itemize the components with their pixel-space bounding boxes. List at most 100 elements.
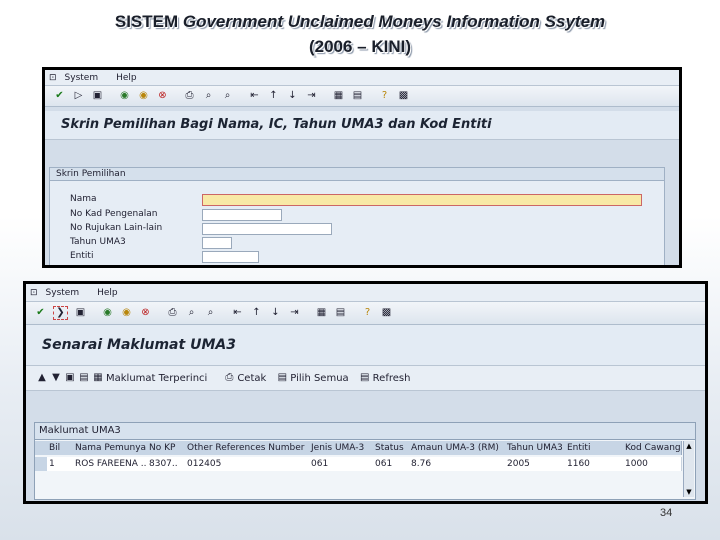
title-system-name: Government Unclaimed Moneys Information … — [182, 12, 606, 31]
col-other-ref[interactable]: Other References Number — [185, 441, 310, 455]
col-entiti[interactable]: Entiti — [565, 441, 624, 455]
exit-icon[interactable]: ◉ — [137, 90, 150, 102]
next-page-icon[interactable]: ↓ — [269, 307, 282, 319]
details-view-button[interactable]: ▲ ▼ ▣ ▤ ▦ Maklumat Terperinci — [36, 372, 207, 384]
first-page-icon[interactable]: ⇤ — [248, 90, 261, 102]
col-kod-cawang[interactable]: Kod Cawang — [623, 441, 682, 455]
ic-number-input[interactable] — [202, 209, 282, 221]
view-detail-icon: ▦ — [93, 372, 103, 383]
last-page-icon[interactable]: ⇥ — [288, 307, 301, 319]
uma3-year-input[interactable] — [202, 237, 232, 249]
help-icon[interactable]: ? — [378, 90, 391, 102]
cell-other-ref: 012405 — [185, 457, 310, 471]
find-next-icon[interactable]: ⌕ — [221, 90, 234, 102]
back-icon[interactable]: ◉ — [101, 307, 114, 319]
application-toolbar: ▲ ▼ ▣ ▤ ▦ Maklumat Terperinci ⎙ Cetak ▤ … — [26, 366, 705, 391]
menu-help[interactable]: Help — [116, 73, 137, 83]
table-scrollbar[interactable]: ▲ ▼ — [683, 441, 694, 497]
slide-title-line2: (2006 – KINI) — [308, 37, 412, 56]
action-refresh: Refresh — [372, 372, 411, 384]
find-next-icon[interactable]: ⌕ — [204, 307, 217, 319]
exit-icon[interactable]: ◉ — [120, 307, 133, 319]
col-bil[interactable]: Bil — [47, 441, 74, 455]
refresh-button[interactable]: ▤ Refresh — [359, 372, 411, 384]
cell-kod-cawang: 1000 — [623, 457, 682, 471]
cell-status: 061 — [373, 457, 410, 471]
field-label-entity: Entiti — [70, 251, 94, 261]
export-icon: ▤ — [79, 372, 89, 383]
selection-screen-window: ⊡ System Help ✔ ▷ ▣ ◉ ◉ ⊗ ⎙ ⌕ ⌕ ⇤ ↑ ↓ ⇥ … — [42, 67, 682, 268]
menu-icon[interactable]: ⊡ — [30, 288, 38, 298]
name-input[interactable] — [202, 194, 642, 206]
previous-page-icon[interactable]: ↑ — [267, 90, 280, 102]
command-field-icon[interactable]: ❯ — [53, 306, 68, 320]
new-session-icon[interactable]: ▦ — [332, 90, 345, 102]
save-icon[interactable]: ▣ — [74, 307, 87, 319]
customize-layout-icon[interactable]: ▩ — [380, 307, 393, 319]
print-button[interactable]: ⎙ Cetak — [223, 372, 266, 384]
find-icon[interactable]: ⌕ — [185, 307, 198, 319]
cancel-icon[interactable]: ⊗ — [139, 307, 152, 319]
col-nama-pemunya[interactable]: Nama Pemunya — [73, 441, 148, 455]
enter-check-icon[interactable]: ✔ — [34, 307, 47, 319]
new-session-icon[interactable]: ▦ — [315, 307, 328, 319]
select-all-button[interactable]: ▤ Pilih Semua — [276, 372, 349, 384]
menu-system[interactable]: System — [46, 288, 80, 298]
cell-bil: 1 — [47, 457, 74, 471]
filter-icon: ▼ — [52, 372, 60, 383]
cell-amaun-uma3: 8.76 — [409, 457, 506, 471]
menu-help[interactable]: Help — [97, 288, 118, 298]
selection-group: Skrin Pemilihan Nama No Kad Pengenalan N… — [49, 167, 665, 265]
scroll-up-icon[interactable]: ▲ — [684, 441, 694, 451]
next-page-icon[interactable]: ↓ — [286, 90, 299, 102]
action-select-all: Pilih Semua — [290, 372, 349, 384]
previous-page-icon[interactable]: ↑ — [250, 307, 263, 319]
other-reference-input[interactable] — [202, 223, 332, 235]
cell-nama-pemunya: ROS FAREENA .. — [73, 457, 148, 471]
cancel-icon[interactable]: ⊗ — [156, 90, 169, 102]
shortcut-icon[interactable]: ▤ — [351, 90, 364, 102]
cell-entiti: 1160 — [565, 457, 624, 471]
page-number: 34 — [660, 507, 673, 519]
help-icon[interactable]: ? — [361, 307, 374, 319]
cell-jenis-uma3: 061 — [309, 457, 374, 471]
details-icon: ▲ — [38, 372, 46, 383]
shortcut-icon[interactable]: ▤ — [334, 307, 347, 319]
refresh-icon: ▤ — [359, 372, 370, 383]
back-icon[interactable]: ◉ — [118, 90, 131, 102]
customize-layout-icon[interactable]: ▩ — [397, 90, 410, 102]
field-label-other-ref: No Rujukan Lain-lain — [70, 223, 163, 233]
first-page-icon[interactable]: ⇤ — [231, 307, 244, 319]
screen-header: Skrin Pemilihan Bagi Nama, IC, Tahun UMA… — [45, 111, 679, 140]
scroll-down-icon[interactable]: ▼ — [684, 487, 694, 497]
cell-no-kp: 8307.. — [147, 457, 186, 471]
cell-tahun-uma3: 2005 — [505, 457, 566, 471]
menu-icon[interactable]: ⊡ — [49, 73, 57, 83]
col-amaun-uma3[interactable]: Amaun UMA-3 (RM) — [409, 441, 506, 455]
field-label-name: Nama — [70, 194, 97, 204]
slide-title-line1: SISTEM Government Unclaimed Moneys Infor… — [0, 11, 720, 33]
screen-header: Senarai Maklumat UMA3 — [26, 325, 705, 366]
title-prefix: SISTEM — [114, 12, 183, 31]
command-field-icon[interactable]: ▷ — [72, 90, 85, 102]
save-icon[interactable]: ▣ — [91, 90, 104, 102]
menu-bar: ⊡ System Help — [26, 284, 705, 302]
select-all-icon: ▤ — [277, 372, 288, 383]
save-list-icon: ▣ — [65, 372, 75, 383]
print-icon[interactable]: ⎙ — [166, 307, 179, 319]
action-detailed-info: Maklumat Terperinci — [106, 372, 208, 384]
print-icon[interactable]: ⎙ — [183, 90, 196, 102]
field-label-ic: No Kad Pengenalan — [70, 209, 158, 219]
menu-system[interactable]: System — [65, 73, 99, 83]
col-jenis-uma3[interactable]: Jenis UMA-3 — [309, 441, 374, 455]
col-status[interactable]: Status — [373, 441, 410, 455]
group-title: Skrin Pemilihan — [50, 168, 664, 181]
col-no-kp[interactable]: No KP — [147, 441, 186, 455]
col-tahun-uma3[interactable]: Tahun UMA3 — [505, 441, 566, 455]
toolbar: ✔ ❯ ▣ ◉ ◉ ⊗ ⎙ ⌕ ⌕ ⇤ ↑ ↓ ⇥ ▦ ▤ ? ▩ — [26, 302, 705, 325]
last-page-icon[interactable]: ⇥ — [305, 90, 318, 102]
find-icon[interactable]: ⌕ — [202, 90, 215, 102]
entity-input[interactable] — [202, 251, 259, 263]
enter-check-icon[interactable]: ✔ — [53, 90, 66, 102]
uma3-list-window: ⊡ System Help ✔ ❯ ▣ ◉ ◉ ⊗ ⎙ ⌕ ⌕ ⇤ ↑ ↓ ⇥ … — [23, 281, 708, 504]
